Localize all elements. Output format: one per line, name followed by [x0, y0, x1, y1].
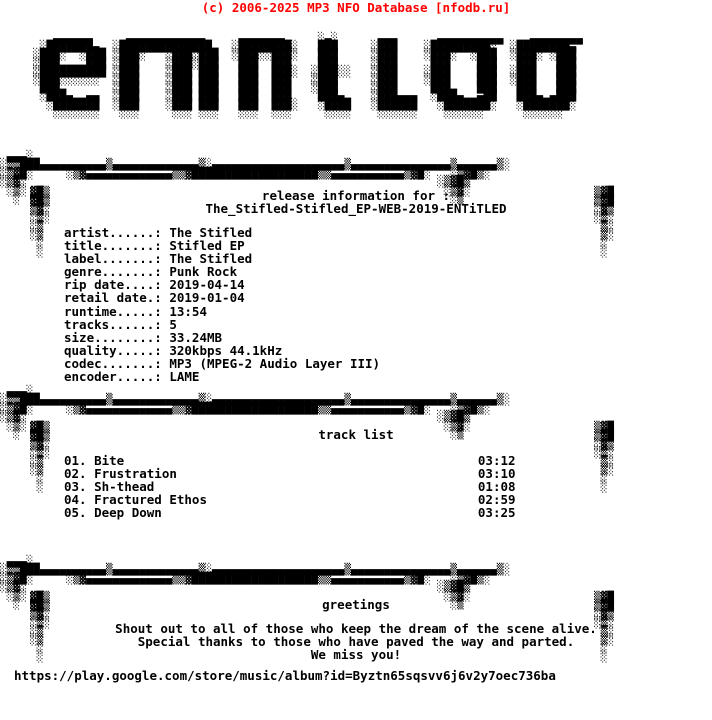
entitled-ascii-logo: ▄▄▄▄▄▄ ▄▄▄▄▄▄▄▄▄▄▄▄ ▄▄▄▄▄▄▄ ░▄░ ▄▄▄ ▄▄▄▄…	[33, 32, 583, 119]
greetings-heading: greetings	[322, 597, 390, 612]
release-store-url[interactable]: https://play.google.com/store/music/albu…	[14, 669, 556, 682]
logo-group-tag: hX!	[430, 56, 452, 70]
track-list-heading: track list	[318, 427, 394, 442]
greetings-text: Shout out to all of those who keep the d…	[115, 621, 597, 663]
nfo-database-copyright: (c) 2006-2025 MP3 NFO Database [nfodb.ru…	[201, 0, 511, 15]
track-list-rows: 01. Bite 03:12 02. Frustration 03:10 03.…	[64, 453, 516, 521]
release-metadata-list: artist......: The Stifled title.......: …	[64, 225, 381, 385]
release-information-heading: release information for : The_Stifled-St…	[205, 188, 507, 217]
